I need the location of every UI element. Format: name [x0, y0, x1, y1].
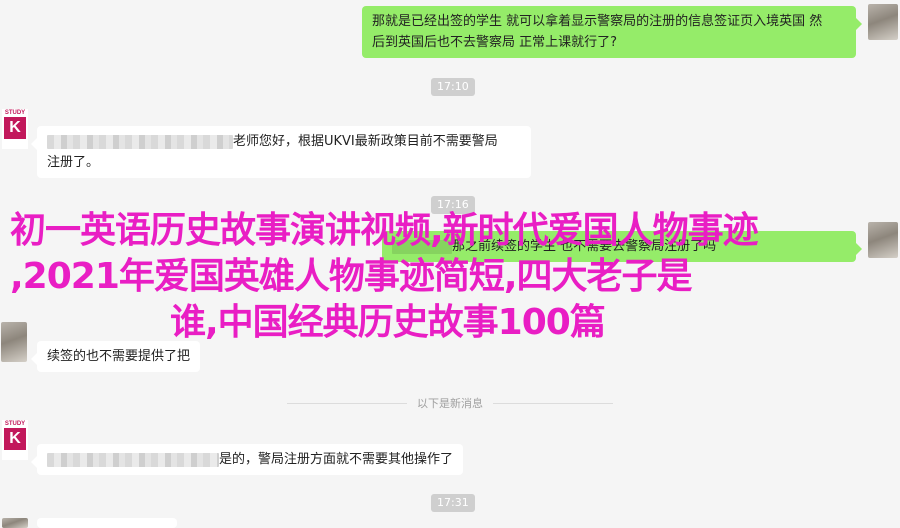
- message-bubble-incoming[interactable]: 是的，警局注册方面就不需要其他操作了: [30, 444, 464, 475]
- new-messages-divider: 以下是新消息: [0, 394, 900, 412]
- user-avatar[interactable]: [868, 4, 898, 40]
- message-bubble-incoming[interactable]: 老师您好，根据UKVI最新政策目前不需要警局 注册了。: [31, 126, 531, 178]
- avatar-brand-text: STUDY: [4, 110, 26, 116]
- timestamp: 17:31: [431, 494, 475, 512]
- redacted-text: [47, 134, 233, 149]
- message-bubble-outgoing[interactable]: 那就是已经出签的学生 就可以拿着显示警察局的注册的信息签证页入境英国 然 后到英…: [362, 6, 862, 58]
- divider-label: 以下是新消息: [417, 397, 483, 410]
- headline-line: 初一英语历史故事演讲视频,新时代爱国人物事迹: [10, 210, 759, 251]
- timestamp: 17:10: [431, 78, 475, 96]
- message-text: 是的，警局注册方面就不需要其他操作了: [219, 452, 454, 467]
- overlay-headline: 初一英语历史故事演讲视频,新时代爱国人物事迹 ,2021年爱国英雄人物事迹简短,…: [10, 208, 890, 346]
- message-text: 老师您好，根据UKVI最新政策目前不需要警局: [233, 134, 498, 149]
- headline-line: ,2021年爱国英雄人物事迹简短,四大老子是: [10, 256, 693, 297]
- divider-line: [493, 402, 613, 404]
- message-text: 注册了。: [47, 155, 100, 170]
- contact-avatar[interactable]: [2, 518, 28, 528]
- avatar-logo: K: [4, 117, 26, 139]
- study-uk-avatar[interactable]: STUDY K: [2, 109, 28, 149]
- divider-line: [287, 402, 407, 404]
- redacted-text: [47, 452, 219, 467]
- study-uk-avatar[interactable]: STUDY K: [2, 420, 28, 460]
- avatar-brand-text: STUDY: [4, 421, 26, 427]
- message-text: 续签的也不需要提供了把: [47, 349, 191, 364]
- message-text: 后到英国后也不去警察局 正常上课就行了?: [372, 35, 618, 50]
- message-bubble-incoming[interactable]: [37, 518, 177, 528]
- headline-line: 谁,中国经典历史故事100篇: [170, 302, 606, 343]
- message-text: 那就是已经出签的学生 就可以拿着显示警察局的注册的信息签证页入境英国 然: [372, 14, 823, 29]
- avatar-logo: K: [4, 428, 26, 450]
